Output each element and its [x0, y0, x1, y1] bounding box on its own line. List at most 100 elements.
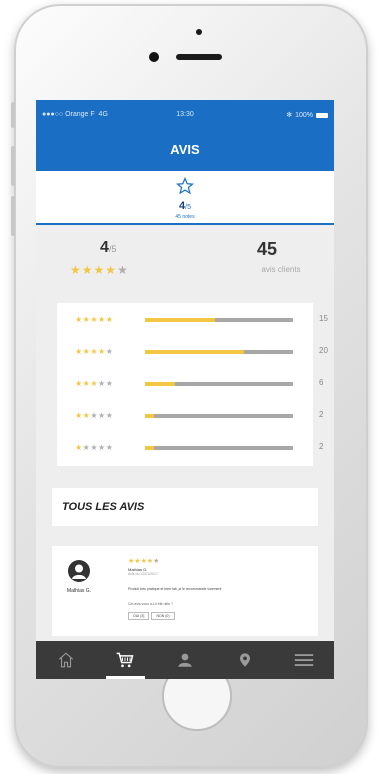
- review-author: Mathias G.: [66, 588, 92, 594]
- tab-cart[interactable]: [96, 641, 156, 679]
- avatar: [68, 560, 90, 582]
- distribution-row[interactable]: ★★★★★ 2: [57, 431, 323, 463]
- star-filled-icon: ★: [105, 263, 118, 277]
- mute-switch: [11, 102, 15, 128]
- helpful-no-button[interactable]: NON (0): [151, 612, 175, 620]
- star-filled-icon: ★: [98, 347, 106, 356]
- overall-score-value: 4: [100, 239, 109, 256]
- star-filled-icon: ★: [98, 315, 106, 324]
- overall-stars: ★★★★★: [70, 263, 129, 277]
- distribution-stars: ★★★★★: [75, 347, 113, 356]
- distribution-bar: [145, 382, 293, 386]
- star-filled-icon: ★: [75, 379, 83, 388]
- distribution-stars: ★★★★★: [75, 443, 113, 452]
- tab-home[interactable]: [36, 641, 96, 679]
- distribution-count: 20: [319, 346, 328, 355]
- distribution-bar-fill: [145, 414, 154, 418]
- star-filled-icon: ★: [90, 379, 99, 388]
- star-outline-icon: [175, 176, 195, 195]
- cart-icon: [117, 652, 134, 668]
- star-empty-icon: ★: [105, 411, 114, 420]
- review-count-label: avis clients: [261, 265, 301, 274]
- earpiece-speaker: [176, 54, 222, 60]
- menu-icon: [295, 654, 314, 666]
- distribution-bar-fill: [145, 350, 245, 354]
- star-empty-icon: ★: [117, 263, 129, 277]
- distribution-bar: [145, 318, 293, 322]
- distribution-bar: [145, 350, 293, 354]
- star-empty-icon: ★: [90, 443, 99, 452]
- overall-score: 4/5: [100, 239, 116, 257]
- distribution-count: 2: [319, 442, 324, 451]
- star-filled-icon: ★: [93, 263, 106, 277]
- distribution-row[interactable]: ★★★★★ 2: [57, 399, 323, 431]
- star-filled-icon: ★: [70, 263, 82, 277]
- overall-score-suffix: /5: [108, 244, 117, 254]
- location-icon: [239, 653, 250, 667]
- distribution-row[interactable]: ★★★★★ 20: [57, 335, 328, 367]
- distribution-bar: [145, 414, 293, 418]
- distribution-bar-fill: [145, 382, 175, 386]
- helpful-question: Cet avis vous a-t-il été utile ?: [128, 602, 173, 606]
- star-filled-icon: ★: [75, 315, 83, 324]
- distribution-row[interactable]: ★★★★★ 6: [57, 367, 323, 399]
- distribution-stars: ★★★★★: [75, 379, 113, 388]
- star-filled-icon: ★: [75, 411, 83, 420]
- star-empty-icon: ★: [153, 558, 160, 565]
- star-filled-icon: ★: [105, 315, 114, 324]
- tab-account[interactable]: [155, 641, 215, 679]
- star-filled-icon: ★: [90, 347, 99, 356]
- distribution-count: 6: [319, 378, 324, 387]
- distribution-stars: ★★★★★: [75, 315, 113, 324]
- star-empty-icon: ★: [98, 411, 106, 420]
- star-empty-icon: ★: [90, 411, 99, 420]
- star-filled-icon: ★: [90, 315, 99, 324]
- front-camera: [149, 52, 159, 62]
- review-count: 45: [256, 239, 278, 259]
- battery-percent: 100%: [295, 111, 313, 119]
- all-reviews-header: TOUS LES AVIS: [52, 488, 318, 526]
- tab-stores[interactable]: [215, 641, 275, 679]
- all-reviews-title: TOUS LES AVIS: [62, 501, 145, 513]
- rating-distribution: ★★★★★ 15 ★★★★★ 20 ★★★★★ 6 ★★★★★ 2 ★★★★★ 2: [57, 303, 328, 466]
- star-empty-icon: ★: [105, 347, 114, 356]
- star-empty-icon: ★: [105, 379, 114, 388]
- review-date: Avis du 12/01/2017: [128, 572, 158, 576]
- rating-summary-tab[interactable]: 4/5 45 notes: [36, 171, 334, 225]
- review-stars: ★★★★★: [128, 557, 159, 565]
- star-filled-icon: ★: [75, 443, 83, 452]
- battery-icon: [316, 112, 328, 118]
- bluetooth-icon: ✻: [286, 112, 293, 119]
- volume-down-button: [11, 196, 15, 236]
- star-empty-icon: ★: [98, 443, 106, 452]
- star-empty-icon: ★: [98, 379, 106, 388]
- proximity-sensor: [196, 29, 202, 35]
- home-icon: [58, 652, 73, 668]
- star-filled-icon: ★: [75, 347, 83, 356]
- volume-up-button: [11, 146, 15, 186]
- distribution-bar-fill: [145, 446, 154, 450]
- tab-menu[interactable]: [274, 641, 334, 679]
- status-bar: ●●●○○ Orange F 4G 13:30 ✻ 100%: [36, 100, 334, 129]
- distribution-bar-fill: [145, 318, 215, 322]
- overall-rating: 4/5 ★★★★★ 45 avis clients: [36, 225, 334, 287]
- distribution-row[interactable]: ★★★★★ 15: [57, 303, 328, 335]
- helpful-buttons: OUI (3) NON (0): [128, 612, 175, 620]
- summary-count: 45 notes: [175, 214, 195, 220]
- bottom-tab-bar: [36, 641, 334, 679]
- summary-score: 4/5: [36, 200, 334, 214]
- distribution-count: 2: [319, 410, 324, 419]
- helpful-yes-button[interactable]: OUI (3): [128, 612, 150, 620]
- review-text: Produit très pratique et bien fait, je l…: [128, 587, 222, 591]
- page-title: AVIS: [36, 129, 334, 171]
- review-card: Mathias G. ★★★★★ Mathias G. Avis du 12/0…: [52, 546, 318, 636]
- status-right: ✻ 100%: [286, 111, 328, 119]
- distribution-count: 15: [319, 314, 328, 323]
- distribution-bar: [145, 446, 293, 450]
- app-screen: ●●●○○ Orange F 4G 13:30 ✻ 100% AVIS 4/5 …: [36, 100, 334, 679]
- star-filled-icon: ★: [81, 263, 94, 277]
- star-empty-icon: ★: [105, 443, 114, 452]
- summary-score-suffix: /5: [185, 204, 191, 211]
- distribution-stars: ★★★★★: [75, 411, 113, 420]
- user-icon: [178, 653, 192, 667]
